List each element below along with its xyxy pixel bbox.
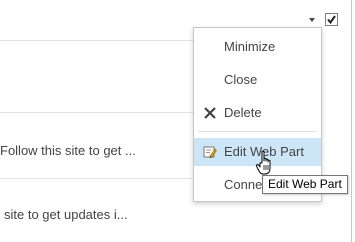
checkmark-icon bbox=[327, 15, 336, 25]
feed-item-text: site to get updates i... bbox=[4, 207, 128, 222]
hand-cursor-icon bbox=[255, 150, 271, 175]
menu-item-minimize[interactable]: Minimize bbox=[194, 33, 321, 61]
menu-separator bbox=[198, 131, 317, 132]
menu-item-label: Minimize bbox=[224, 39, 276, 54]
feed-item-text: Follow this site to get ... bbox=[0, 143, 136, 158]
delete-x-icon bbox=[204, 107, 216, 119]
chevron-down-icon[interactable] bbox=[308, 17, 316, 23]
menu-item-label: Delete bbox=[224, 105, 262, 120]
menu-item-close[interactable]: Close bbox=[194, 66, 321, 94]
web-part-select-checkbox[interactable] bbox=[325, 13, 338, 26]
menu-item-delete[interactable]: Delete bbox=[194, 99, 321, 127]
menu-item-label: Close bbox=[224, 72, 258, 87]
edit-webpart-icon bbox=[203, 146, 217, 158]
feed-divider bbox=[0, 178, 192, 179]
